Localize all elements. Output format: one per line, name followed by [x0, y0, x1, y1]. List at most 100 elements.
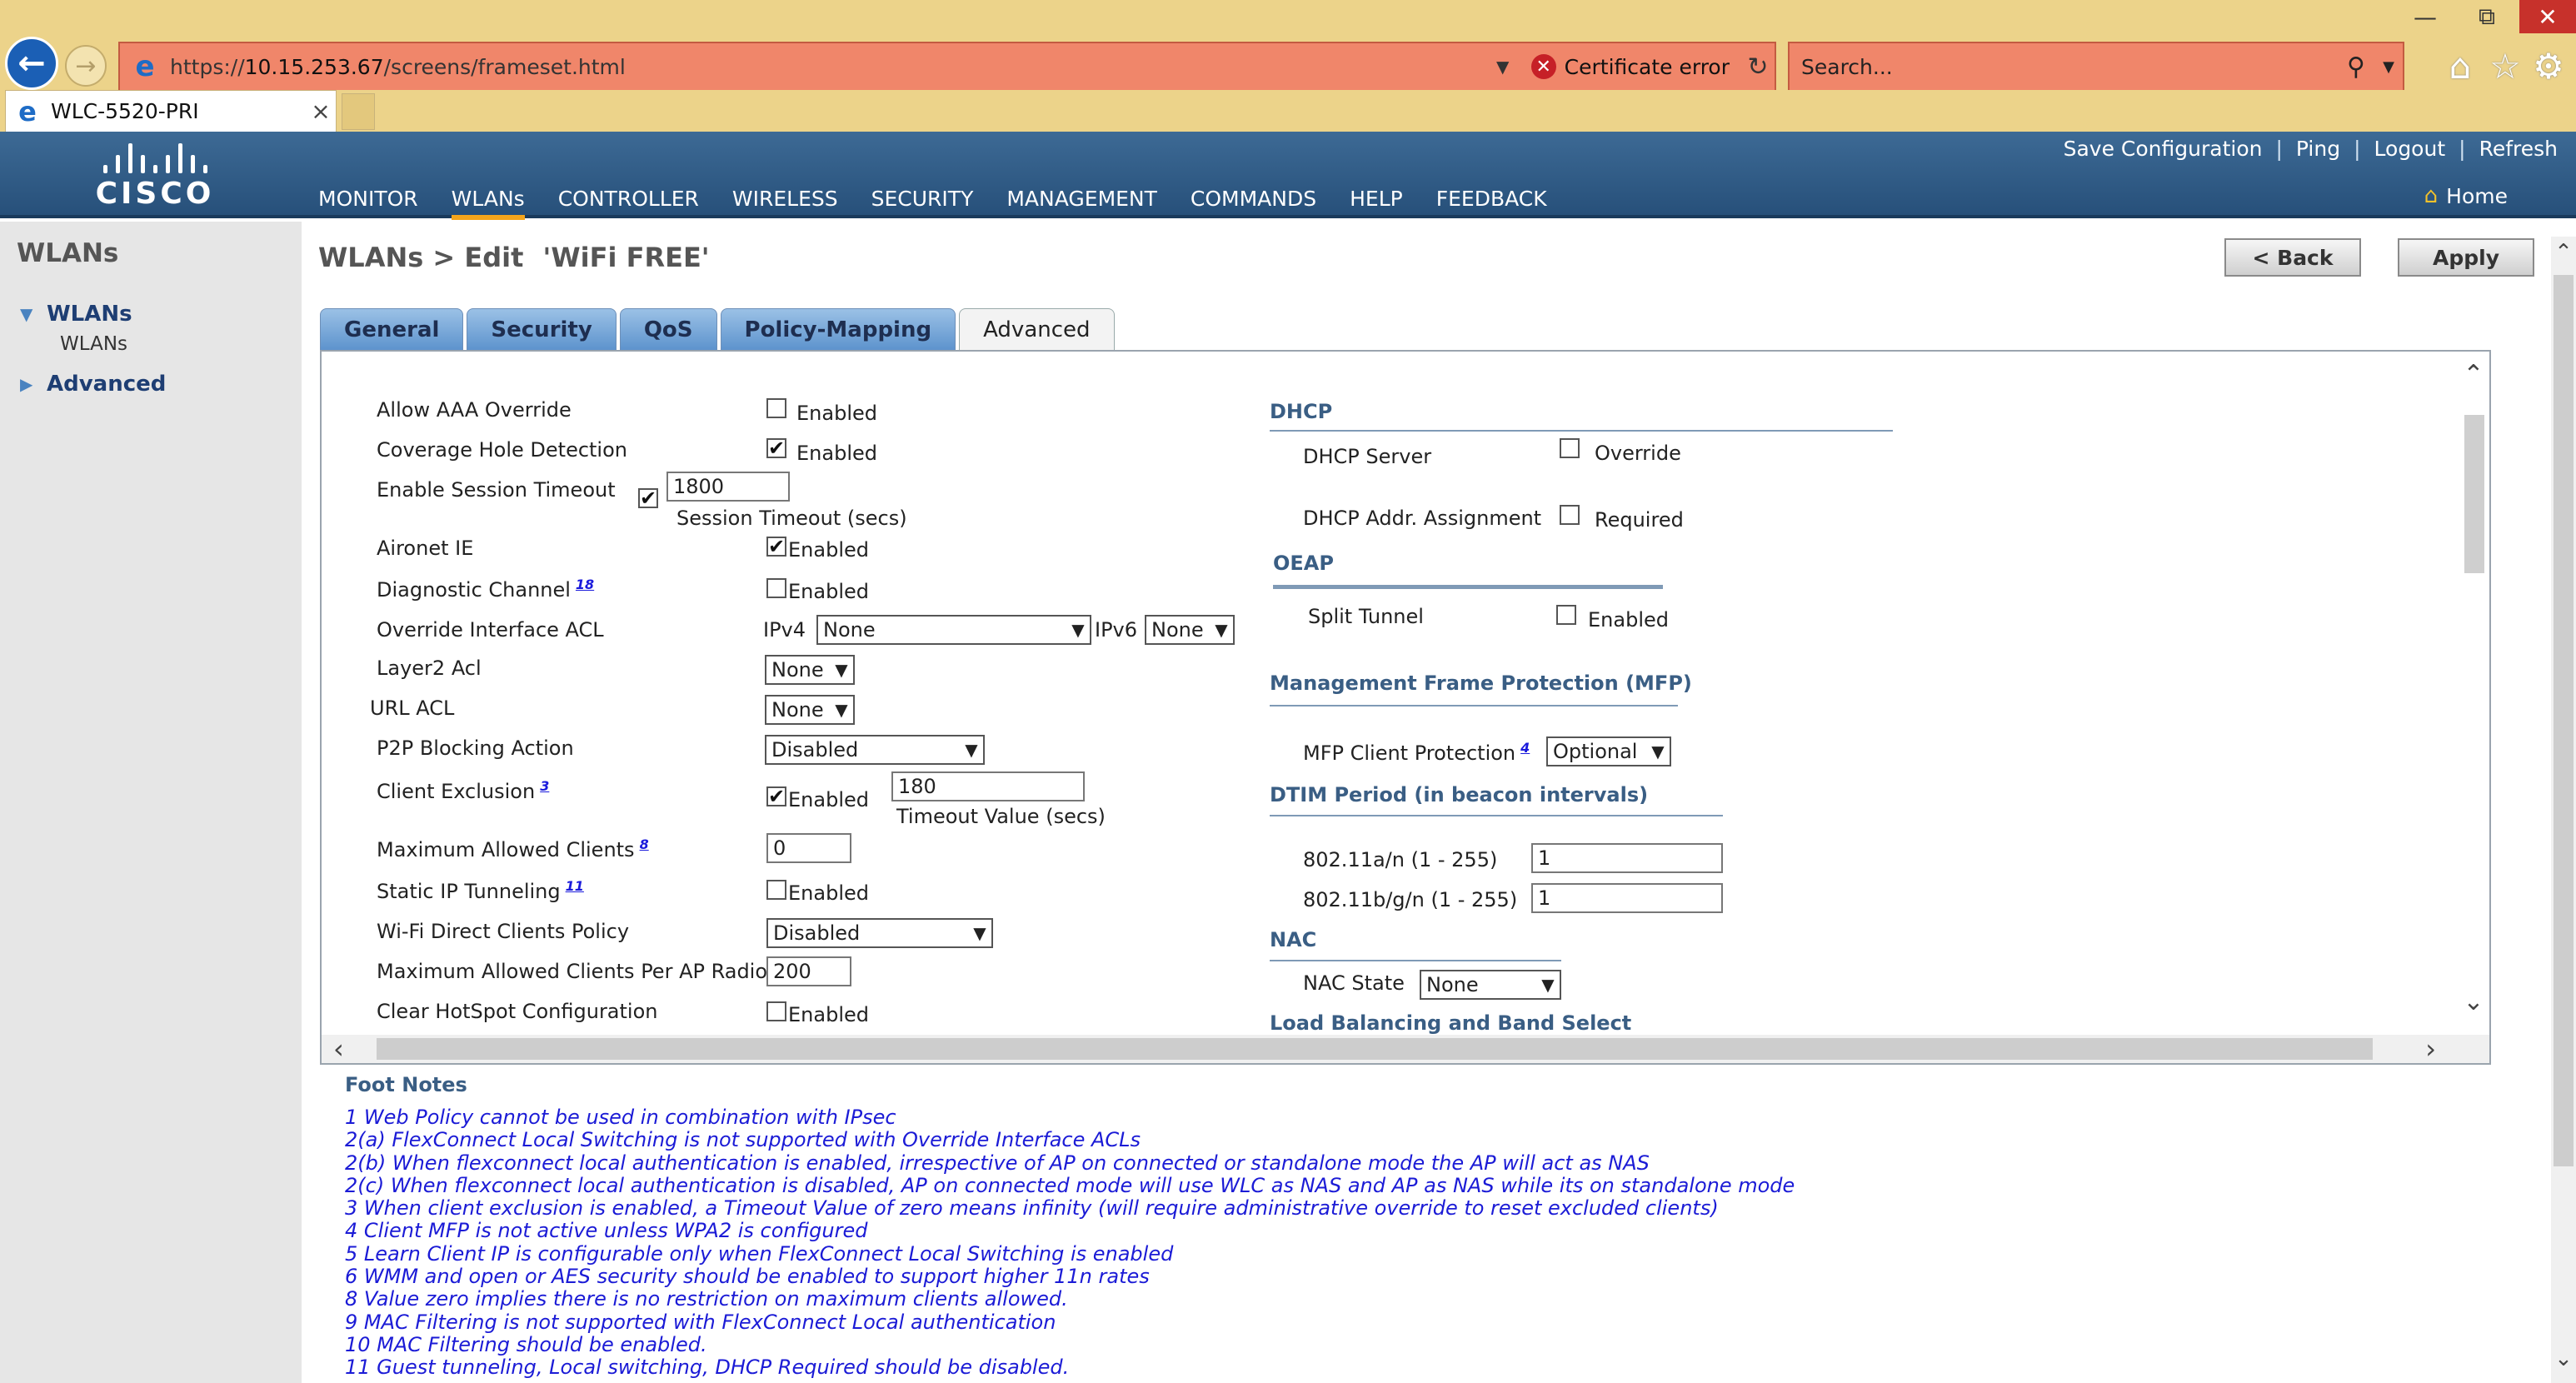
nac-state-select[interactable]: None ▼: [1420, 970, 1561, 1000]
clear-hotspot-checkbox[interactable]: [766, 1001, 786, 1021]
footnote-link[interactable]: 11: [566, 878, 584, 894]
nav-feedback[interactable]: FEEDBACK: [1436, 178, 1547, 218]
scrollbar-thumb[interactable]: [2464, 415, 2484, 573]
load-balancing-section-title: Load Balancing and Band Select: [1270, 1011, 1632, 1035]
nac-state-label: NAC State: [1303, 971, 1405, 995]
allow-aaa-override-checkbox[interactable]: [766, 398, 786, 418]
ipv6-acl-select[interactable]: None ▼: [1145, 615, 1235, 645]
apply-button[interactable]: Apply: [2398, 238, 2534, 277]
panel-horizontal-scrollbar[interactable]: ‹ ›: [322, 1033, 2489, 1063]
browser-forward-button[interactable]: →: [65, 45, 107, 87]
diagnostic-channel-checkbox[interactable]: [766, 578, 786, 598]
footnote-line: 9 MAC Filtering is not supported with Fl…: [345, 1310, 1056, 1334]
scrollbar-thumb[interactable]: [2554, 275, 2574, 1166]
refresh-icon[interactable]: ↻: [1741, 52, 1775, 82]
max-clients-per-ap-input[interactable]: 200: [766, 956, 851, 986]
max-clients-input[interactable]: 0: [766, 833, 851, 863]
restore-icon[interactable]: ⧉: [2458, 0, 2516, 33]
session-timeout-caption: Session Timeout (secs): [676, 507, 907, 530]
chevron-down-icon[interactable]: ⌄: [2551, 1346, 2576, 1371]
section-divider: [1270, 960, 1561, 961]
panel-vertical-scrollbar[interactable]: ⌃ ⌄: [2459, 360, 2488, 1016]
browser-tab-title: WLC-5520-PRI: [51, 99, 199, 123]
footnote-link[interactable]: 4: [1520, 740, 1530, 756]
p2p-blocking-select[interactable]: Disabled ▼: [765, 735, 985, 765]
footnote-link[interactable]: 3: [540, 778, 549, 794]
nav-wlans[interactable]: WLANs: [451, 178, 525, 220]
aironet-ie-checkbox[interactable]: ✔: [766, 537, 786, 557]
page-vertical-scrollbar[interactable]: ⌃ ⌄: [2551, 237, 2576, 1383]
browser-tab[interactable]: e WLC-5520-PRI ×: [5, 90, 337, 132]
chevron-left-icon[interactable]: ‹: [333, 1033, 344, 1063]
tab-general[interactable]: General: [320, 308, 464, 350]
chevron-right-icon[interactable]: ›: [2425, 1033, 2436, 1063]
nav-controller[interactable]: CONTROLLER: [558, 178, 699, 218]
browser-search[interactable]: Search... ⚲ ▼: [1788, 42, 2404, 92]
search-icon[interactable]: ⚲: [2338, 52, 2374, 82]
wifi-direct-select[interactable]: Disabled ▼: [766, 918, 993, 948]
ping-link[interactable]: Ping: [2296, 137, 2340, 161]
chevron-up-icon[interactable]: ⌃: [2551, 240, 2576, 265]
address-bar[interactable]: e https://10.15.253.67/screens/frameset.…: [118, 42, 1776, 92]
tab-policy-mapping[interactable]: Policy-Mapping: [720, 308, 956, 350]
tab-advanced[interactable]: Advanced: [959, 308, 1115, 350]
address-url[interactable]: https://10.15.253.67/screens/frameset.ht…: [170, 55, 1486, 79]
coverage-hole-text: Enabled: [796, 442, 877, 465]
gear-icon[interactable]: ⚙: [2528, 45, 2569, 87]
search-dropdown-icon[interactable]: ▼: [2374, 58, 2403, 76]
sidebar-subitem-wlans[interactable]: WLANs: [60, 333, 127, 355]
nav-monitor[interactable]: MONITOR: [318, 178, 418, 218]
mfp-section-title: Management Frame Protection (MFP): [1270, 672, 1692, 695]
nav-commands[interactable]: COMMANDS: [1191, 178, 1316, 218]
minimize-icon[interactable]: —: [2396, 0, 2454, 33]
split-tunnel-checkbox[interactable]: [1556, 605, 1576, 625]
close-window-icon[interactable]: ✕: [2519, 0, 2576, 33]
chevron-up-icon[interactable]: ⌃: [2459, 360, 2488, 389]
sidebar-item-advanced[interactable]: ▶ Advanced: [20, 372, 166, 397]
session-timeout-checkbox[interactable]: ✔: [638, 488, 658, 508]
chevron-down-icon[interactable]: ⌄: [2459, 987, 2488, 1016]
nav-wireless[interactable]: WIRELESS: [732, 178, 838, 218]
sidebar-item-wlans[interactable]: ▼ WLANs: [20, 302, 132, 327]
dhcp-addr-required-checkbox[interactable]: [1560, 505, 1580, 525]
dtim-80211bgn-input[interactable]: 1: [1531, 883, 1723, 913]
tab-security[interactable]: Security: [467, 308, 617, 350]
home-icon[interactable]: ⌂: [2439, 45, 2481, 87]
certificate-error-text[interactable]: Certificate error: [1565, 55, 1730, 79]
client-exclusion-checkbox[interactable]: ✔: [766, 786, 786, 806]
url-acl-value: None: [771, 698, 824, 721]
layer2-acl-select[interactable]: None ▼: [765, 655, 855, 685]
refresh-link[interactable]: Refresh: [2479, 137, 2558, 161]
save-configuration-link[interactable]: Save Configuration: [2064, 137, 2263, 161]
static-ip-tunneling-checkbox[interactable]: [766, 880, 786, 900]
nav-security[interactable]: SECURITY: [871, 178, 974, 218]
coverage-hole-checkbox[interactable]: ✔: [766, 438, 786, 458]
url-acl-select[interactable]: None ▼: [765, 695, 855, 725]
home-link[interactable]: ⌂ Home: [2424, 183, 2508, 208]
breadcrumb: WLANs > Edit: [318, 242, 524, 273]
back-button[interactable]: < Back: [2224, 238, 2361, 277]
footnote-link[interactable]: 8: [640, 836, 649, 852]
logout-link[interactable]: Logout: [2374, 137, 2446, 161]
url-path: /screens/frameset.html: [383, 54, 626, 79]
search-input[interactable]: Search...: [1790, 55, 2338, 79]
ipv4-acl-select[interactable]: None ▼: [816, 615, 1091, 645]
footnote-link[interactable]: 18: [576, 577, 594, 592]
scrollbar-thumb[interactable]: [377, 1038, 2373, 1060]
favorites-star-icon[interactable]: ☆: [2484, 45, 2526, 87]
address-dropdown-icon[interactable]: ▼: [1486, 57, 1520, 77]
browser-back-button[interactable]: ←: [5, 37, 58, 90]
certificate-error-icon[interactable]: ✕: [1530, 54, 1556, 79]
client-exclusion-label: Client Exclusion 3: [377, 778, 549, 803]
nav-management[interactable]: MANAGEMENT: [1006, 178, 1157, 218]
client-exclusion-timeout-input[interactable]: 180: [891, 771, 1085, 801]
static-ip-tunneling-label: Static IP Tunneling 11: [377, 878, 584, 903]
session-timeout-input[interactable]: 1800: [666, 472, 790, 502]
dhcp-server-override-checkbox[interactable]: [1560, 438, 1580, 458]
nav-help[interactable]: HELP: [1350, 178, 1403, 218]
new-tab-button[interactable]: [342, 93, 375, 130]
tab-qos[interactable]: QoS: [619, 308, 717, 350]
dtim-80211an-input[interactable]: 1: [1531, 843, 1723, 873]
close-tab-icon[interactable]: ×: [306, 97, 336, 125]
mfp-client-protection-select[interactable]: Optional ▼: [1546, 736, 1671, 766]
